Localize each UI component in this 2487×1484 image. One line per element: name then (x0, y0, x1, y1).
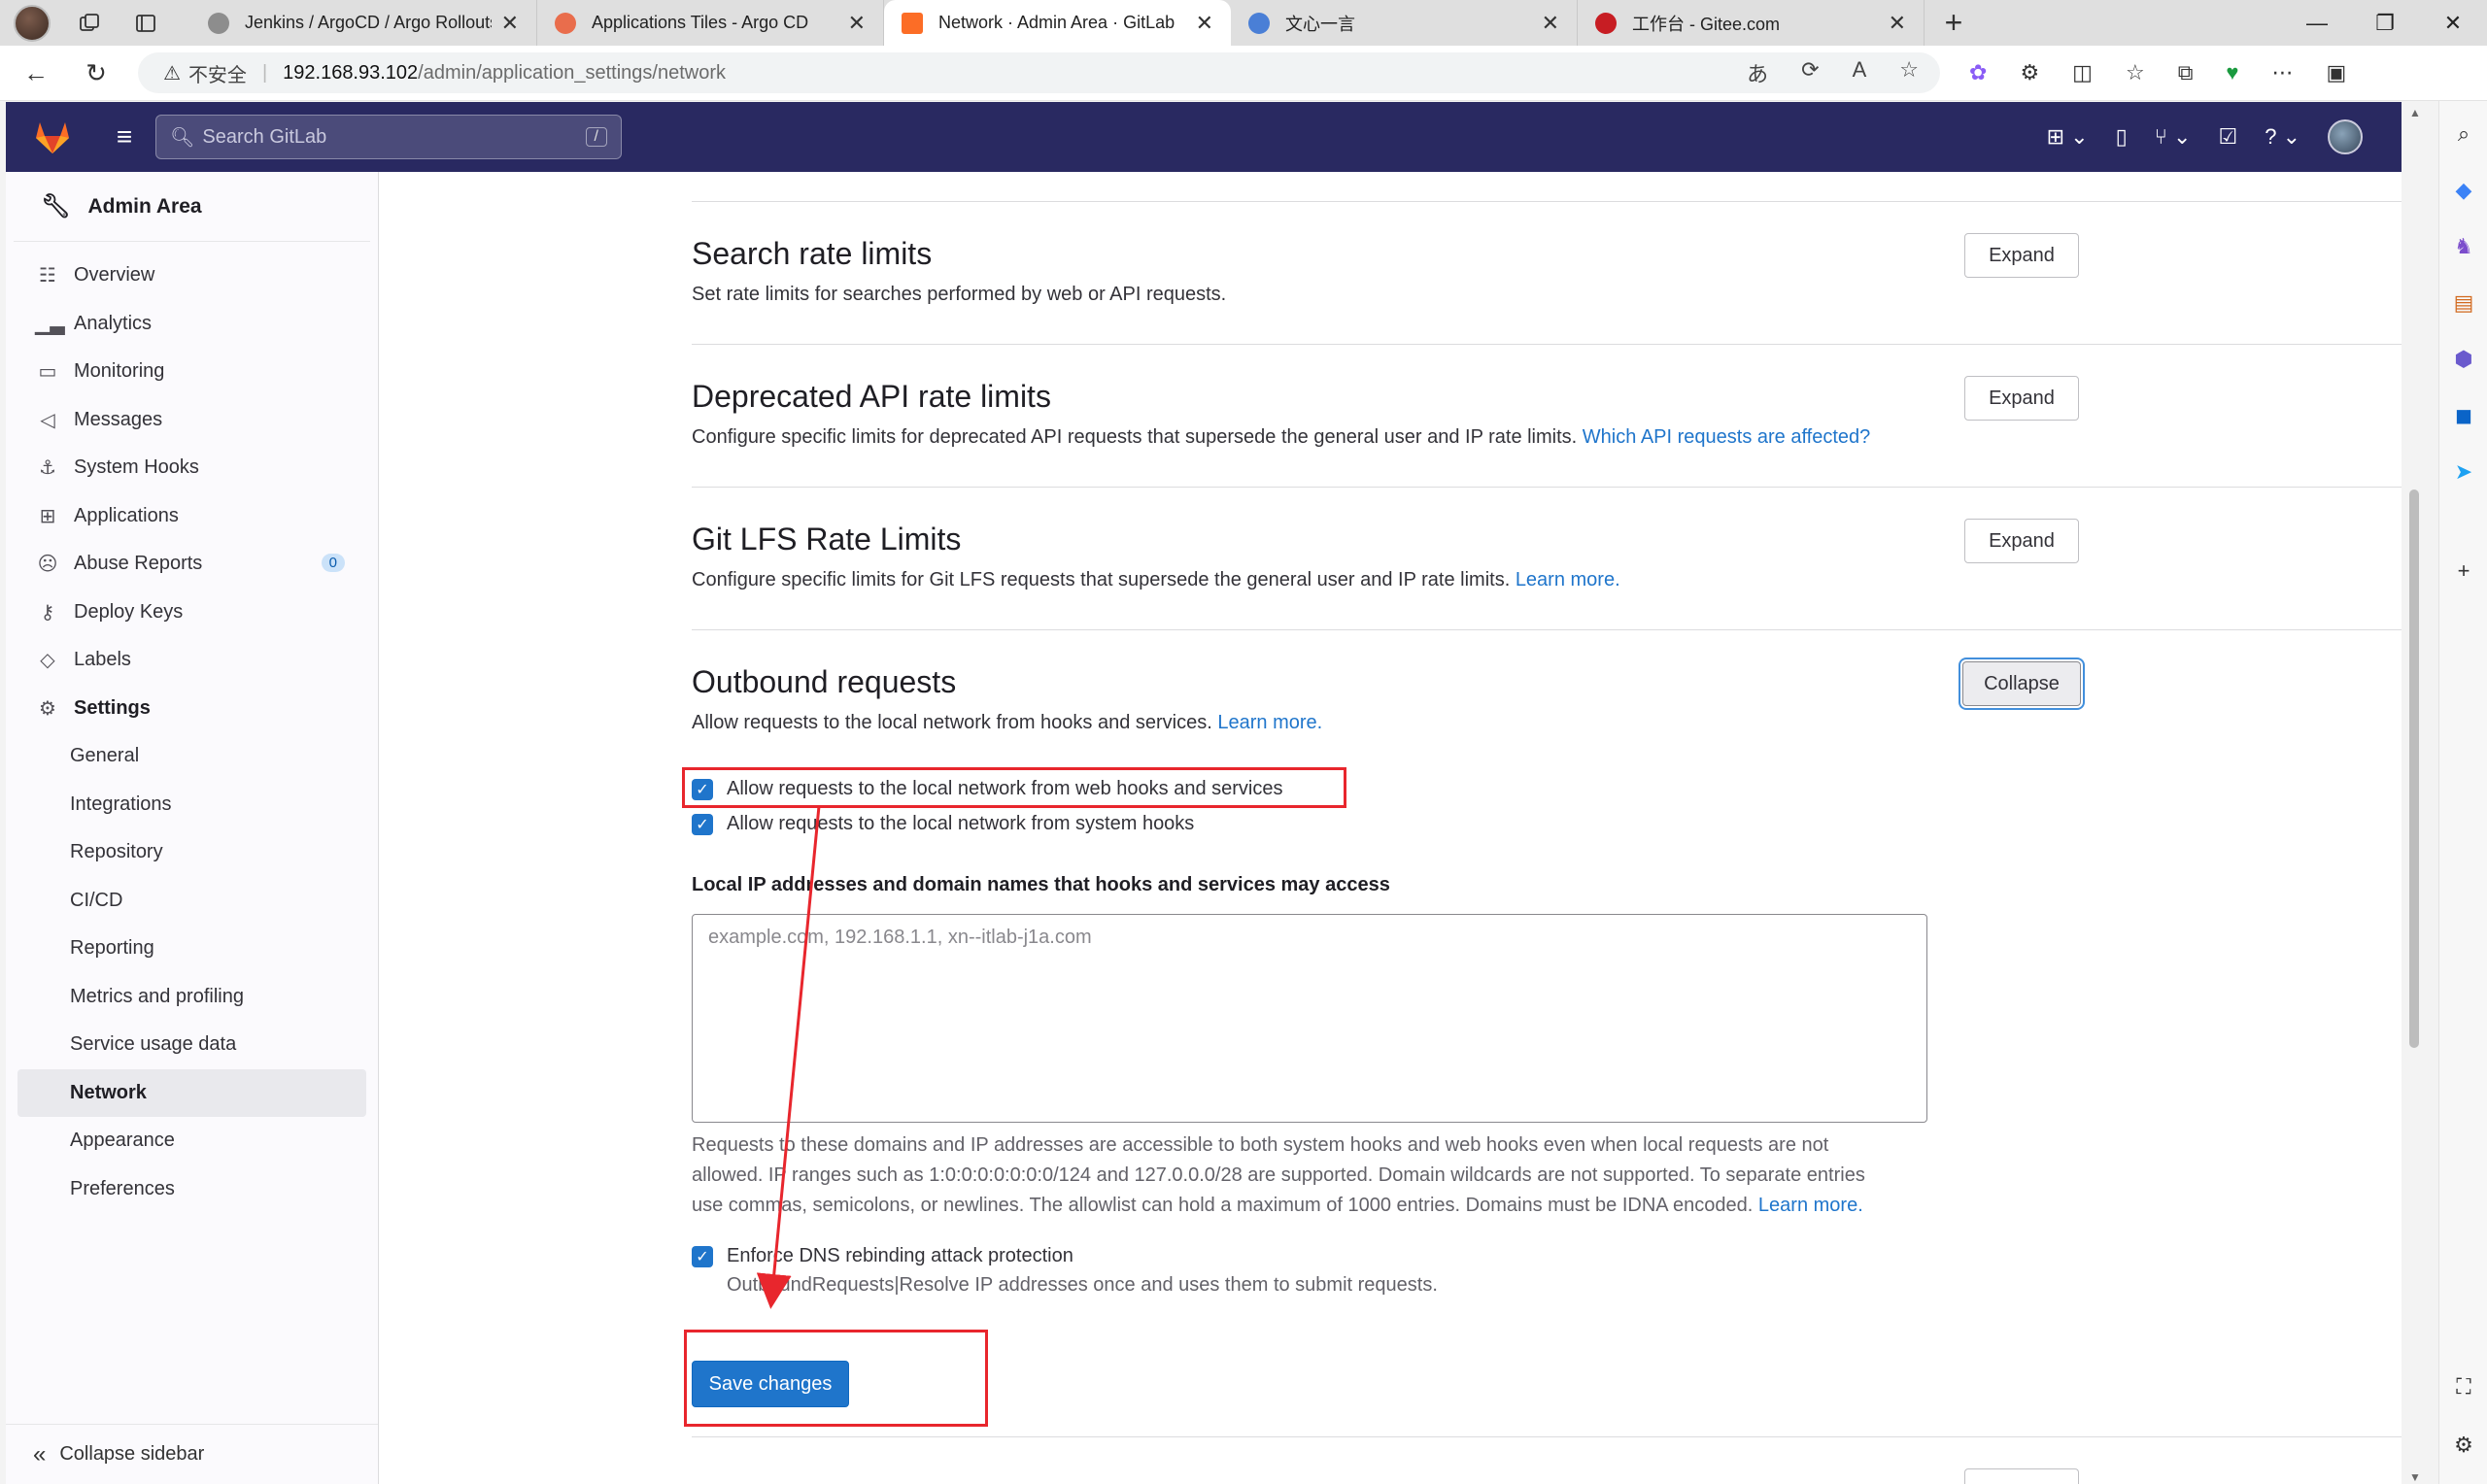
add-sidebar-app-icon[interactable]: + (2450, 557, 2477, 585)
search-sidebar-icon[interactable]: ⌕ (2450, 120, 2477, 148)
microsoft365-icon[interactable]: ⬢ (2450, 346, 2477, 373)
send-icon[interactable]: ➤ (2450, 458, 2477, 486)
tools-briefcase-icon[interactable]: ▤ (2450, 289, 2477, 317)
scrollbar-thumb[interactable] (2409, 489, 2419, 1048)
scroll-up-icon[interactable]: ▲ (2409, 106, 2421, 119)
games-icon[interactable]: ♞ (2450, 233, 2477, 260)
shopping-tag-icon[interactable]: ◆ (2450, 177, 2477, 204)
browser-side-panel: ⌕ ◆ ♞ ▤ ⬢ ◼ ➤ + ⛶ ⚙ (2438, 101, 2487, 1484)
page-scrollbar[interactable]: ▲ ▼ (2405, 106, 2425, 1484)
screenshot-icon[interactable]: ⛶ (2450, 1373, 2477, 1400)
sidebar-settings-icon[interactable]: ⚙ (2450, 1432, 2477, 1459)
annotation-arrow (756, 805, 821, 1309)
scroll-down-icon[interactable]: ▼ (2409, 1470, 2421, 1484)
outlook-icon[interactable]: ◼ (2450, 402, 2477, 429)
